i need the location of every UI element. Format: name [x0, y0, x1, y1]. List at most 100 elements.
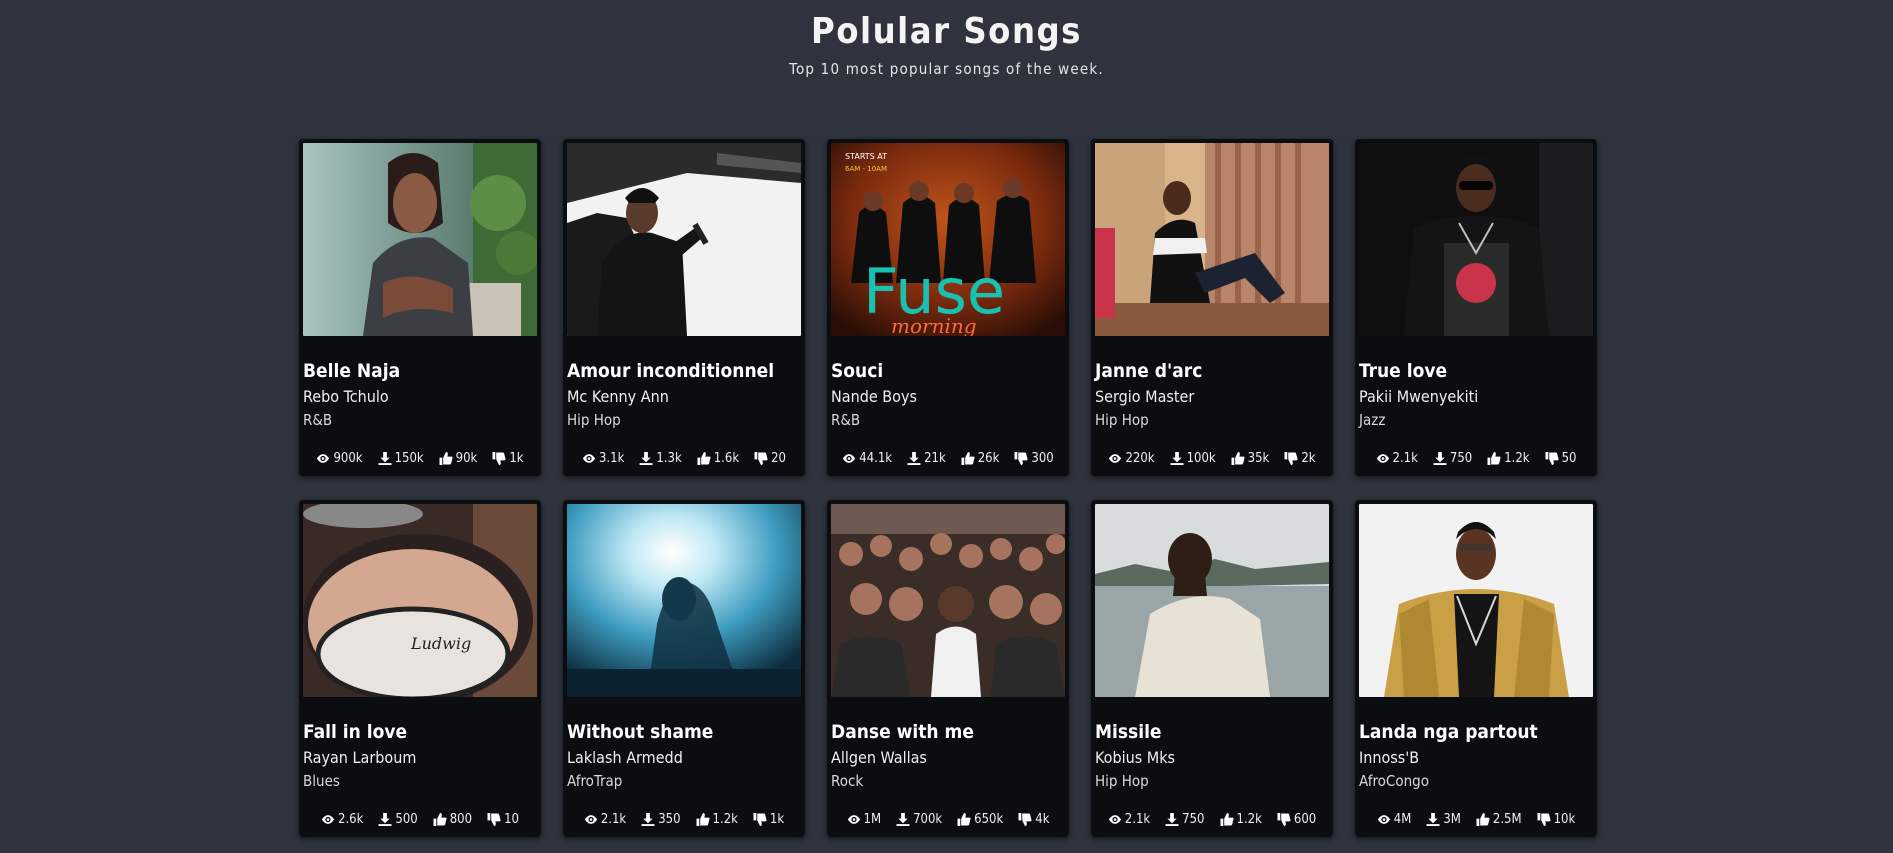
song-title[interactable]: Belle Naja: [303, 360, 537, 382]
thumbs-down-icon: [1284, 452, 1298, 465]
song-title[interactable]: Danse with me: [831, 721, 1065, 743]
likes-stat[interactable]: 650k: [957, 812, 1003, 827]
song-title[interactable]: Amour inconditionnel: [567, 360, 801, 382]
dislikes-stat[interactable]: 300: [1014, 451, 1054, 466]
thumbs-down-icon: [1014, 452, 1028, 465]
song-card[interactable]: True love Pakii Mwenyekiti Jazz 2.1k 750…: [1355, 139, 1597, 476]
page-header: Polular Songs Top 10 most popular songs …: [0, 0, 1893, 78]
thumbs-up-icon: [433, 813, 447, 826]
downloads-stat[interactable]: 100k: [1170, 451, 1216, 466]
likes-stat[interactable]: 2.5M: [1476, 812, 1522, 827]
song-stats: 2.1k 350 1.2k 1k: [563, 812, 805, 827]
download-icon: [378, 452, 392, 465]
dislikes-stat[interactable]: 10: [487, 812, 519, 827]
likes-stat[interactable]: 1.2k: [696, 812, 738, 827]
likes-stat[interactable]: 26k: [961, 451, 999, 466]
song-stats: 3.1k 1.3k 1.6k 20: [563, 451, 805, 466]
views-stat: 2.1k: [1376, 451, 1418, 466]
likes-count: 800: [449, 812, 473, 827]
drum-brand-text: Ludwig: [410, 634, 471, 653]
man-sitting-photo[interactable]: [1095, 143, 1329, 336]
downloads-count: 1.3k: [656, 451, 682, 466]
song-card[interactable]: Amour inconditionnel Mc Kenny Ann Hip Ho…: [563, 139, 805, 476]
rapper-on-stage-photo[interactable]: [567, 143, 801, 336]
poster-script-text: morning: [891, 314, 977, 336]
dislikes-count: 10k: [1553, 812, 1576, 827]
downloads-stat[interactable]: 21k: [907, 451, 946, 466]
likes-count: 2.5M: [1492, 812, 1522, 827]
song-genre: Hip Hop: [1095, 772, 1149, 790]
song-card[interactable]: Landa nga partout Innoss'B AfroCongo 4M …: [1355, 500, 1597, 837]
downloads-count: 3M: [1443, 812, 1461, 827]
song-card[interactable]: Ludwig Fall in love Rayan Larboum Blues …: [299, 500, 541, 837]
downloads-stat[interactable]: 1.3k: [639, 451, 682, 466]
song-title[interactable]: Without shame: [567, 721, 801, 743]
song-card[interactable]: Without shame Laklash Armedd AfroTrap 2.…: [563, 500, 805, 837]
man-sunglasses-photo[interactable]: [1359, 143, 1593, 336]
downloads-stat[interactable]: 150k: [378, 451, 424, 466]
song-stats: 4M 3M 2.5M 10k: [1355, 812, 1597, 827]
thumbs-up-icon: [439, 452, 453, 465]
eye-icon: [1377, 815, 1390, 824]
download-icon: [896, 813, 910, 826]
song-genre: Blues: [303, 772, 340, 790]
dislikes-stat[interactable]: 1k: [492, 451, 524, 466]
song-card[interactable]: Belle Naja Rebo Tchulo R&B 900k 150k 90k…: [299, 139, 541, 476]
likes-stat[interactable]: 1.2k: [1220, 812, 1262, 827]
likes-stat[interactable]: 1.6k: [697, 451, 739, 466]
downloads-stat[interactable]: 700k: [896, 812, 942, 827]
dislikes-stat[interactable]: 20: [754, 451, 786, 466]
likes-stat[interactable]: 1.2k: [1487, 451, 1530, 466]
dislikes-count: 1k: [509, 451, 524, 466]
downloads-count: 750: [1449, 451, 1473, 466]
band-poster-photo[interactable]: STARTS AT 6AM - 10AM Fuse morning: [831, 143, 1065, 336]
dislikes-stat[interactable]: 4k: [1018, 812, 1049, 827]
likes-stat[interactable]: 90k: [439, 451, 478, 466]
man-by-lake-photo[interactable]: [1095, 504, 1329, 697]
gold-jacket-man-photo[interactable]: [1359, 504, 1593, 697]
views-count: 2.6k: [338, 812, 364, 827]
views-stat: 2.1k: [584, 812, 626, 827]
song-genre: AfroCongo: [1359, 772, 1429, 790]
song-card[interactable]: Danse with me Allgen Wallas Rock 1M 700k…: [827, 500, 1069, 837]
downloads-stat[interactable]: 750: [1165, 812, 1205, 827]
dislikes-stat[interactable]: 2k: [1284, 451, 1316, 466]
downloads-count: 150k: [394, 451, 424, 466]
song-card[interactable]: Janne d'arc Sergio Master Hip Hop 220k 1…: [1091, 139, 1333, 476]
thumbs-down-icon: [753, 813, 767, 826]
page-subtitle: Top 10 most popular songs of the week.: [789, 60, 1104, 78]
likes-count: 35k: [1247, 451, 1270, 466]
song-title[interactable]: Fall in love: [303, 721, 537, 743]
song-card[interactable]: Missile Kobius Mks Hip Hop 2.1k 750 1.2k…: [1091, 500, 1333, 837]
woman-portrait-photo[interactable]: [303, 143, 537, 336]
drum-kit-photo[interactable]: Ludwig: [303, 504, 537, 697]
likes-stat[interactable]: 35k: [1231, 451, 1270, 466]
downloads-stat[interactable]: 3M: [1426, 812, 1461, 827]
downloads-stat[interactable]: 350: [641, 812, 681, 827]
downloads-stat[interactable]: 500: [378, 812, 418, 827]
likes-count: 1.2k: [712, 812, 738, 827]
views-count: 4M: [1393, 812, 1412, 827]
eye-icon: [1108, 815, 1121, 824]
concert-crowd-photo[interactable]: [831, 504, 1065, 697]
dislikes-stat[interactable]: 50: [1545, 451, 1576, 466]
thumbs-up-icon: [1231, 452, 1245, 465]
downloads-count: 100k: [1186, 451, 1216, 466]
views-stat: 4M: [1377, 812, 1412, 827]
likes-stat[interactable]: 800: [433, 812, 472, 827]
song-title[interactable]: Janne d'arc: [1095, 360, 1329, 382]
likes-count: 90k: [455, 451, 478, 466]
dislikes-stat[interactable]: 10k: [1537, 812, 1576, 827]
song-stats: 44.1k 21k 26k 300: [827, 451, 1069, 466]
likes-count: 1.2k: [1504, 451, 1530, 466]
song-card[interactable]: STARTS AT 6AM - 10AM Fuse morning Souci …: [827, 139, 1069, 476]
song-title[interactable]: True love: [1359, 360, 1593, 382]
song-title[interactable]: Landa nga partout: [1359, 721, 1593, 743]
views-stat: 44.1k: [842, 451, 892, 466]
downloads-stat[interactable]: 750: [1433, 451, 1472, 466]
song-title[interactable]: Souci: [831, 360, 1065, 382]
dislikes-stat[interactable]: 600: [1277, 812, 1316, 827]
dislikes-stat[interactable]: 1k: [753, 812, 784, 827]
silhouette-light-photo[interactable]: [567, 504, 801, 697]
song-title[interactable]: Missile: [1095, 721, 1329, 743]
